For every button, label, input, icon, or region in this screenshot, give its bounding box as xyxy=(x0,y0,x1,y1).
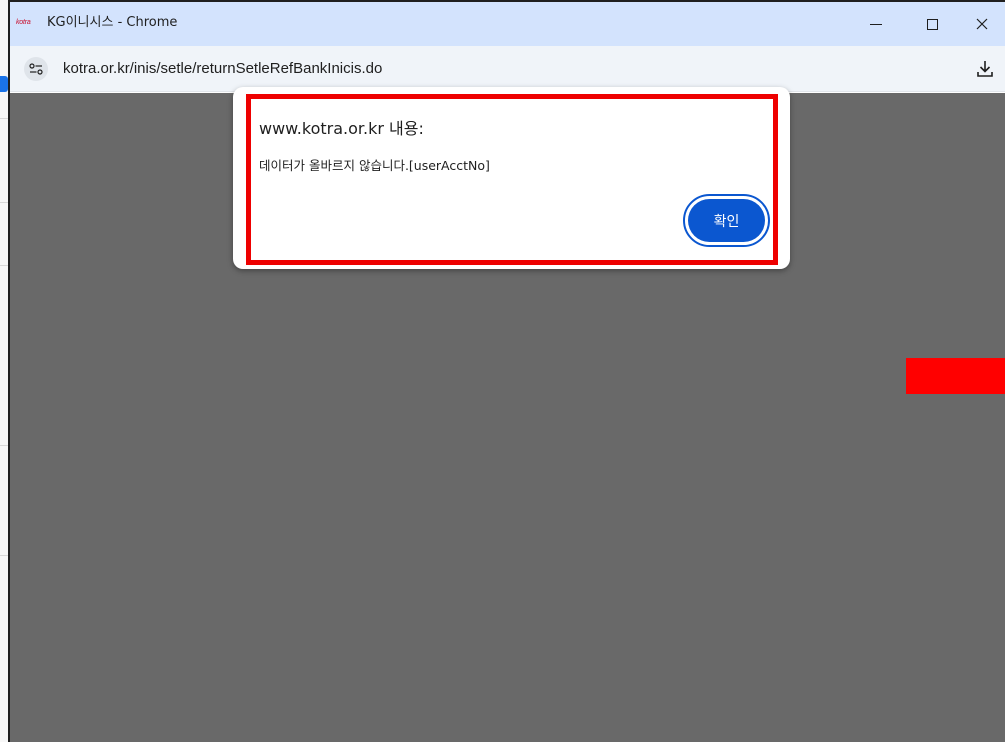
ok-button[interactable]: 확인 xyxy=(683,194,770,247)
window-title: KG이니시스 - Chrome xyxy=(47,15,178,30)
address-bar: kotra.or.kr/inis/setle/returnSetleRefBan… xyxy=(10,46,1005,92)
maximize-icon xyxy=(926,18,938,30)
red-annotation-marker xyxy=(906,358,1005,394)
screen: kotra KG이니시스 - Chrome kotra.or.kr/inis/s… xyxy=(0,0,1005,742)
title-bar[interactable]: kotra KG이니시스 - Chrome xyxy=(10,2,1005,46)
ok-button-label: 확인 xyxy=(688,199,765,242)
parent-divider xyxy=(0,202,8,203)
maximize-button[interactable] xyxy=(909,2,955,46)
parent-divider xyxy=(0,118,8,119)
minimize-icon xyxy=(870,23,882,25)
kotra-favicon: kotra xyxy=(16,19,31,26)
dialog-title: www.kotra.or.kr 내용: xyxy=(259,119,424,138)
download-icon[interactable] xyxy=(975,59,995,79)
close-icon xyxy=(976,18,988,30)
parent-tab-accent xyxy=(0,76,8,92)
site-info-icon[interactable] xyxy=(24,57,48,81)
parent-window-edge xyxy=(0,0,8,742)
minimize-button[interactable] xyxy=(853,2,899,46)
parent-divider xyxy=(0,555,8,556)
parent-divider xyxy=(0,265,8,266)
close-button[interactable] xyxy=(959,2,1005,46)
dialog-message: 데이터가 올바르지 않습니다.[userAcctNo] xyxy=(259,158,490,173)
url-field[interactable]: kotra.or.kr/inis/setle/returnSetleRefBan… xyxy=(63,59,382,79)
parent-divider xyxy=(0,445,8,446)
